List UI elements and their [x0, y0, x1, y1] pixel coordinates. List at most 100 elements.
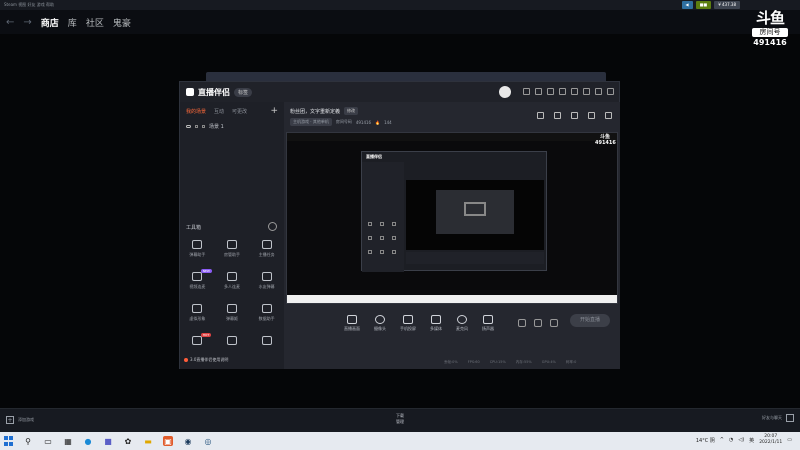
- version-badge[interactable]: 标签: [234, 87, 253, 97]
- steam-icon[interactable]: ◉: [183, 436, 193, 446]
- steam-top-right: ◀ ■■ ¥ 437.38: [681, 1, 740, 9]
- tool-label: 弹幕助手: [189, 252, 206, 257]
- media-button[interactable]: 多媒体: [430, 314, 442, 332]
- minimize-icon[interactable]: [583, 88, 590, 95]
- tool-video-link[interactable]: NEW 视频连麦: [180, 269, 215, 290]
- gift-icon[interactable]: [537, 112, 544, 119]
- scene-tabs: 我的场景 互动 可更改: [180, 102, 284, 115]
- category-selector[interactable]: 主机游戏 · 其他单机: [290, 118, 332, 126]
- file-explorer-icon[interactable]: ▬: [143, 436, 153, 446]
- menu-icon[interactable]: [571, 88, 578, 95]
- inner-left-panel: [362, 162, 404, 272]
- tool-data[interactable]: 数据助手: [249, 304, 284, 322]
- friends-chat-button[interactable]: 好友与聊天: [762, 414, 794, 422]
- message-icon[interactable]: [523, 88, 530, 95]
- tool-tasks[interactable]: 主播任务: [249, 240, 284, 258]
- add-scene-button[interactable]: +: [270, 106, 278, 116]
- share-icon[interactable]: [605, 112, 612, 119]
- speaker-button[interactable]: 扬声器: [482, 314, 494, 332]
- tool-label: 主播任务: [258, 252, 275, 257]
- tool-extra-1[interactable]: HOT: [180, 333, 215, 345]
- download-icon: [226, 272, 237, 281]
- scene-row[interactable]: 场景 1: [180, 115, 284, 130]
- camera-icon: [375, 314, 385, 324]
- tab-my-scenes[interactable]: 我的场景: [186, 108, 206, 115]
- tab-editable[interactable]: 可更改: [232, 108, 247, 115]
- inner-inner-preview: [436, 190, 514, 234]
- play-icon: [431, 314, 441, 324]
- recursive-app-capture: 直播伴侣: [361, 151, 547, 272]
- app-icon[interactable]: ✿: [123, 436, 133, 446]
- network-icon[interactable]: ◔: [729, 437, 733, 443]
- inner-app-title: 直播伴侣: [366, 154, 382, 159]
- inner-icon: [380, 250, 384, 254]
- avatar[interactable]: [499, 86, 511, 98]
- app-icon-2[interactable]: ◎: [203, 436, 213, 446]
- edit-title-button[interactable]: 修改: [344, 107, 359, 115]
- forward-arrow-icon[interactable]: →: [23, 17, 31, 28]
- tool-room-admin[interactable]: 房管助手: [215, 240, 250, 258]
- close-icon[interactable]: [607, 88, 614, 95]
- notice-dot-icon: [184, 358, 188, 362]
- more-icon[interactable]: [268, 222, 277, 231]
- search-icon[interactable]: ⚲: [23, 436, 33, 446]
- steam-menu-text[interactable]: Steam 视图 好友 游戏 帮助: [4, 2, 54, 8]
- tool-fan-danmaku[interactable]: 水友弹幕: [249, 272, 284, 290]
- eye-icon[interactable]: [186, 125, 191, 128]
- camera-button[interactable]: 摄像头: [374, 314, 386, 332]
- nav-store[interactable]: 商店: [41, 16, 59, 29]
- lock-icon[interactable]: [554, 112, 561, 119]
- avatar-icon: [192, 304, 203, 313]
- live-companion-taskbar-icon[interactable]: ▣: [163, 436, 173, 446]
- tool-extra-3[interactable]: [249, 336, 284, 345]
- control-label: 麦克风: [456, 325, 468, 331]
- tool-danmaku-ji[interactable]: 弹幕姬: [215, 304, 250, 322]
- phone-icon: [403, 314, 413, 324]
- bell-icon[interactable]: [588, 112, 595, 119]
- teams-icon[interactable]: ■: [103, 436, 113, 446]
- lock-icon[interactable]: [195, 125, 198, 128]
- start-live-button[interactable]: 开始直播: [570, 314, 610, 327]
- maximize-icon[interactable]: [595, 88, 602, 95]
- screen-capture-button[interactable]: 直播画面: [344, 314, 360, 332]
- shirt-icon[interactable]: [559, 88, 566, 95]
- tool-label: 多人连麦: [223, 284, 240, 289]
- timer-icon[interactable]: [534, 319, 542, 327]
- nav-library[interactable]: 库: [68, 16, 77, 29]
- microphone-button[interactable]: 麦克风: [456, 314, 468, 332]
- volume-icon[interactable]: ◁): [738, 437, 744, 443]
- record-icon[interactable]: [518, 319, 526, 327]
- tool-label: 房管助手: [223, 252, 240, 257]
- live-preview[interactable]: 斗鱼 491416 直播伴侣: [286, 132, 618, 304]
- steam-wallet[interactable]: ¥ 437.38: [714, 1, 740, 9]
- save-icon[interactable]: [571, 112, 578, 119]
- steam-broadcast-chip[interactable]: ◀: [681, 1, 693, 9]
- nav-community[interactable]: 社区: [86, 16, 104, 29]
- clock[interactable]: 20:07 2022/1/11: [759, 434, 782, 446]
- usage-notice[interactable]: 3.0直播伴侣使用说明: [184, 357, 228, 363]
- tray-chevron-icon[interactable]: ^: [720, 437, 724, 443]
- windows-start-icon[interactable]: [4, 436, 13, 446]
- nav-profile[interactable]: 鬼豪: [113, 16, 131, 29]
- add-game-button[interactable]: + 添加游戏: [6, 416, 34, 424]
- preview-douyu-mark: 斗鱼 491416: [595, 134, 616, 146]
- tool-extra-2[interactable]: [215, 336, 250, 345]
- status-bar: 丢帧:0% FPS:60 CPU:15% 内存:55% GPU:4% 码率:0: [444, 360, 576, 365]
- gift-icon[interactable]: [547, 88, 554, 95]
- tool-multi-link[interactable]: 多人连麦: [215, 272, 250, 290]
- task-view-icon[interactable]: ▭: [43, 436, 53, 446]
- chat-icon[interactable]: [535, 88, 542, 95]
- notification-icon[interactable]: ▭: [787, 437, 792, 443]
- widgets-icon[interactable]: ▦: [63, 436, 73, 446]
- edge-icon[interactable]: ●: [83, 436, 93, 446]
- tool-avatar[interactable]: 虚拟形象: [180, 304, 215, 322]
- back-arrow-icon[interactable]: ←: [6, 17, 14, 28]
- tab-interaction[interactable]: 互动: [214, 108, 224, 115]
- steam-chip-green[interactable]: ■■: [695, 1, 712, 9]
- weather[interactable]: 14°C 阴: [696, 437, 715, 444]
- tool-danmaku[interactable]: 弹幕助手: [180, 240, 215, 258]
- downloads-button[interactable]: 下载 管理: [388, 413, 412, 425]
- phone-cast-button[interactable]: 手机投屏: [400, 314, 416, 332]
- settings-icon[interactable]: [550, 319, 558, 327]
- input-language[interactable]: 英: [749, 437, 754, 444]
